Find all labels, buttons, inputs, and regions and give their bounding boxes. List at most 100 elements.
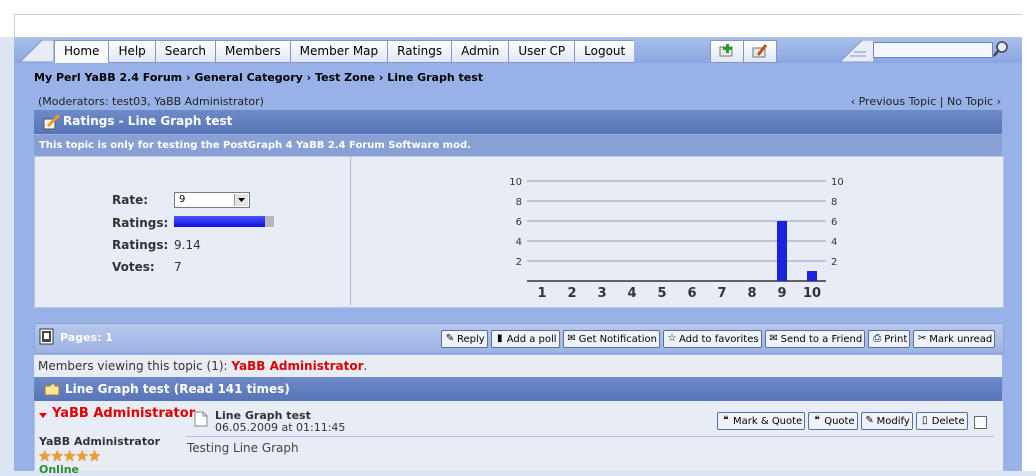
reply-icon: ✎ (445, 333, 455, 344)
breadcrumb-category[interactable]: General Category (194, 71, 302, 84)
y-tick-label-right: 2 (831, 257, 837, 268)
tab-user-cp[interactable]: User CP (508, 40, 575, 63)
viewers-prefix: Members viewing this topic (1): (38, 359, 232, 373)
new-topic-icon (719, 44, 733, 57)
toolbar-button-label: Mark unread (929, 333, 993, 345)
tab-ratings[interactable]: Ratings (387, 40, 452, 63)
moderators-text: (Moderators: test03, YaBB Administrator) (38, 95, 264, 108)
thread-header: Line Graph test (Read 141 times) (34, 377, 1002, 401)
y-tick-label-left: 2 (516, 257, 522, 268)
print-icon: ⎙ (873, 333, 882, 344)
y-tick-label-left: 10 (509, 177, 522, 188)
edit-profile-button[interactable] (743, 40, 778, 63)
toolbar-button-label: Reply (457, 333, 485, 345)
ratings-bar-fill (174, 216, 266, 227)
x-tick-label: 7 (717, 286, 726, 301)
pages-icon (39, 328, 54, 345)
right-margin (1022, 0, 1036, 471)
toolbar-button-label: Print (884, 333, 908, 345)
send-to-a-friend-button[interactable]: ✉ Send to a Friend (764, 330, 866, 348)
x-tick-label: 2 (567, 286, 576, 301)
add-a-poll-button[interactable]: ▮ Add a poll (490, 330, 560, 348)
viewers-text: Members viewing this topic (1): YaBB Adm… (38, 359, 367, 373)
new-topic-button[interactable] (710, 40, 744, 63)
post-button-label: Mark & Quote (733, 415, 803, 427)
search-input[interactable] (873, 42, 993, 58)
modify-icon: ✎ (865, 415, 874, 426)
post-separator (186, 436, 994, 437)
search-wedge (840, 40, 874, 62)
x-tick-label: 9 (777, 286, 786, 301)
breadcrumb-board[interactable]: Test Zone (315, 71, 375, 84)
x-tick-label: 10 (803, 286, 821, 301)
pages-label: Pages: 1 (60, 331, 113, 344)
ratings-description: This topic is only for testing the PostG… (39, 140, 471, 151)
rate-select[interactable]: 9 (174, 192, 250, 208)
post-text: Testing Line Graph (187, 441, 299, 455)
y-tick-label-right: 6 (831, 217, 837, 228)
mark-unread-icon: ✂ (918, 333, 927, 344)
add-to-favorites-button[interactable]: ☆ Add to favorites (662, 330, 762, 348)
get-notification-button[interactable]: ✉ Get Notification (562, 330, 660, 348)
favorites-icon: ☆ (667, 333, 677, 344)
rate-select-value: 9 (179, 194, 186, 205)
rate-label: Rate: (112, 193, 149, 207)
ratings-pencil-icon (43, 114, 61, 130)
ratings-header-title: Ratings - Line Graph test (63, 114, 233, 128)
breadcrumb-forum[interactable]: My Perl YaBB 2.4 Forum (34, 71, 182, 84)
tab-members[interactable]: Members (215, 40, 290, 63)
previous-topic-link[interactable]: ‹ Previous Topic (851, 95, 937, 108)
breadcrumb: My Perl YaBB 2.4 Forum › General Categor… (34, 71, 484, 84)
post-buttons: ❝ Mark & Quote ❝ Quote ✎ Modify ▯ Delete (717, 412, 968, 430)
top-banner (14, 14, 1024, 38)
folder-icon (44, 383, 60, 396)
chart-bar-9 (777, 221, 787, 281)
toolbar-button-label: Send to a Friend (780, 333, 863, 345)
tab-home[interactable]: Home (54, 40, 109, 63)
poll-icon: ▮ (496, 333, 503, 344)
post-date: 06.05.2009 at 01:11:45 (215, 421, 346, 434)
votes-value: 7 (174, 260, 182, 274)
notify-icon: ✉ (567, 333, 576, 344)
toolbar-button-label: Add a poll (506, 333, 557, 345)
search-icon[interactable] (992, 40, 1010, 58)
post-username[interactable]: YaBB Administrator (52, 407, 195, 421)
post-button-label: Modify (876, 415, 910, 427)
y-tick-label-left: 4 (516, 237, 522, 248)
print-button[interactable]: ⎙ Print (868, 330, 911, 348)
toolbar-buttons: ✎ Reply ▮ Add a poll ✉ Get Notification ☆ Add t… (441, 330, 996, 348)
breadcrumb-topic[interactable]: Line Graph test (387, 71, 483, 84)
x-tick-label: 8 (747, 286, 756, 301)
ratings-bar (174, 216, 274, 227)
viewer-name[interactable]: YaBB Administrator (231, 359, 363, 373)
collapse-icon[interactable] (38, 411, 48, 419)
ratings-bar-label: Ratings: (112, 216, 169, 230)
nav-left-wedge (20, 40, 54, 62)
post-document-icon (194, 411, 208, 427)
quote-icon: ❝ (814, 415, 820, 426)
tab-member-map[interactable]: Member Map (289, 40, 388, 63)
tab-search[interactable]: Search (154, 40, 216, 63)
mark-unread-button[interactable]: ✂ Mark unread (913, 330, 996, 348)
topic-navigation: ‹ Previous Topic | No Topic › (851, 95, 1001, 108)
ratings-value-label: Ratings: (112, 238, 169, 252)
tab-help[interactable]: Help (108, 40, 155, 63)
pencil-icon (752, 44, 768, 58)
ratings-chart: 2 2 4 4 6 6 8 8 10 10 1 2 3 4 5 6 7 8 9 10 (509, 177, 843, 301)
post-select-checkbox[interactable] (974, 416, 987, 429)
next-topic-link[interactable]: No Topic › (947, 95, 1001, 108)
tab-admin[interactable]: Admin (451, 40, 509, 63)
reply-button[interactable]: ✎ Reply (441, 330, 488, 348)
delete-button[interactable]: ▯ Delete (915, 412, 968, 430)
ratings-divider (350, 157, 351, 306)
quote-button[interactable]: ❝ Quote (808, 412, 858, 430)
modify-button[interactable]: ✎ Modify (860, 412, 913, 430)
mark-quote-button[interactable]: ❝ Mark & Quote (717, 412, 806, 430)
y-tick-label-left: 6 (516, 217, 522, 228)
tab-logout[interactable]: Logout (574, 40, 635, 63)
online-status: Online (39, 463, 80, 476)
delete-icon: ▯ (922, 415, 928, 426)
x-tick-label: 5 (657, 286, 666, 301)
chevron-down-icon (234, 194, 248, 206)
post-button-label: Delete (931, 415, 965, 427)
